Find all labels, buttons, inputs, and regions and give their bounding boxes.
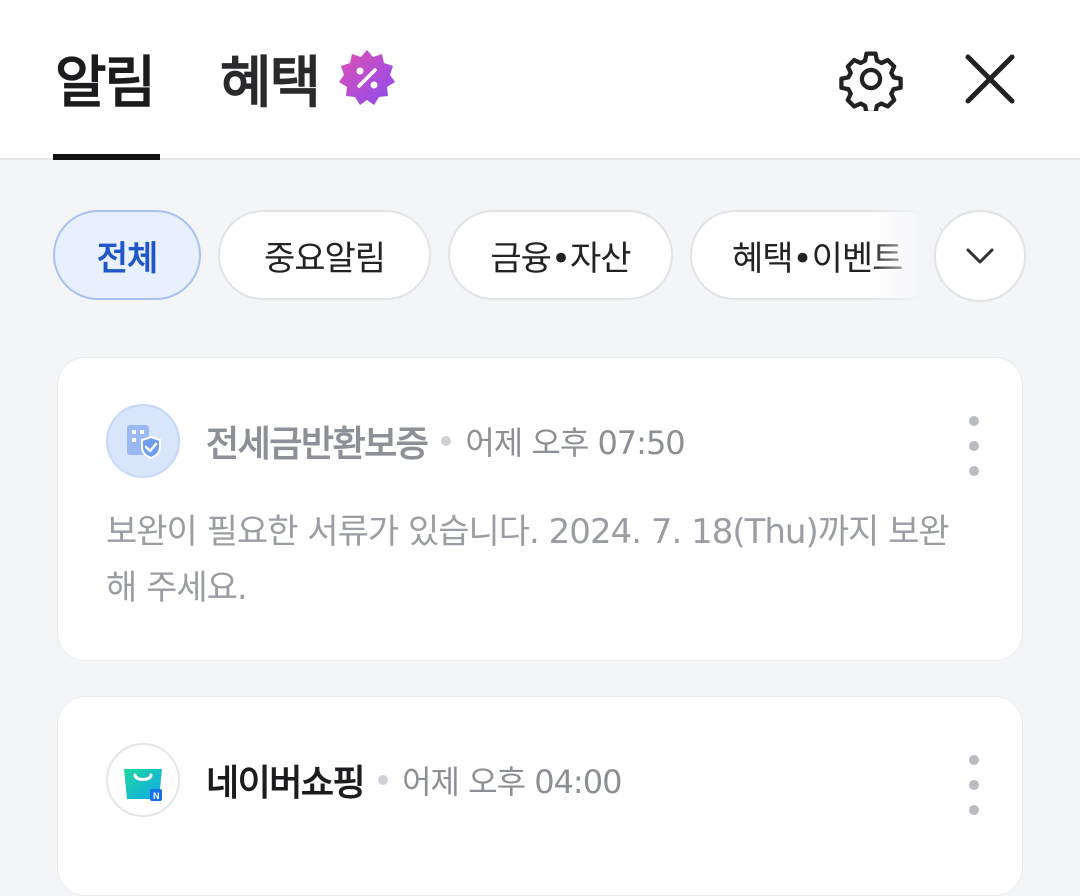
top-bar: 알림 혜택 — [0, 0, 1080, 160]
kebab-dot — [969, 755, 979, 765]
notification-sender: 네이버쇼핑 — [206, 763, 366, 804]
chevron-down-icon — [966, 248, 994, 264]
close-button[interactable] — [955, 44, 1025, 114]
kebab-menu-button[interactable] — [954, 755, 994, 815]
building-shield-icon — [106, 404, 180, 478]
kebab-menu-button[interactable] — [954, 416, 994, 476]
notification-card[interactable]: N 네이버쇼핑 어제 오후 04:00 — [57, 696, 1023, 896]
svg-text:N: N — [153, 791, 160, 801]
tab-alerts[interactable]: 알림 — [55, 38, 156, 118]
expand-filters-button[interactable] — [934, 210, 1026, 302]
tab-benefits[interactable]: 혜택 — [220, 38, 397, 118]
filter-chip-finance[interactable]: 금융•자산 — [448, 210, 673, 300]
notification-card[interactable]: 전세금반환보증 어제 오후 07:50 보완이 필요한 서류가 있습니다. 20… — [57, 357, 1023, 661]
close-icon — [965, 54, 1015, 104]
chip-fade-overlay — [870, 210, 940, 300]
tab-benefits-label: 혜택 — [220, 50, 321, 116]
shopping-bag-icon: N — [106, 743, 180, 817]
notification-header: 네이버쇼핑 어제 오후 04:00 — [206, 755, 622, 805]
kebab-dot — [969, 416, 979, 426]
notification-header: 전세금반환보증 어제 오후 07:50 — [206, 416, 686, 466]
kebab-dot — [969, 805, 979, 815]
filter-chip-label: 금융•자산 — [490, 238, 631, 279]
tab-alerts-label: 알림 — [55, 50, 156, 116]
gear-icon — [839, 51, 903, 111]
filter-chip-all[interactable]: 전체 — [53, 210, 201, 300]
filter-chip-label: 전체 — [96, 238, 159, 279]
notification-time: 어제 오후 04:00 — [402, 763, 622, 801]
notification-message: 보완이 필요한 서류가 있습니다. 2024. 7. 18(Thu)까지 보완해… — [106, 512, 950, 608]
active-tab-indicator — [53, 154, 160, 160]
notification-sender: 전세금반환보증 — [206, 424, 429, 465]
kebab-dot — [969, 780, 979, 790]
settings-button[interactable] — [836, 44, 906, 114]
notification-time: 어제 오후 07:50 — [465, 424, 685, 462]
percent-badge-icon — [337, 48, 397, 108]
separator-dot — [441, 436, 452, 446]
filter-chip-label: 중요알림 — [263, 238, 386, 279]
separator-dot — [378, 775, 389, 785]
kebab-dot — [969, 466, 979, 476]
filter-chip-important[interactable]: 중요알림 — [218, 210, 431, 300]
kebab-dot — [969, 441, 979, 451]
filter-chips: 전체 중요알림 금융•자산 혜택•이벤트 — [0, 210, 1080, 302]
